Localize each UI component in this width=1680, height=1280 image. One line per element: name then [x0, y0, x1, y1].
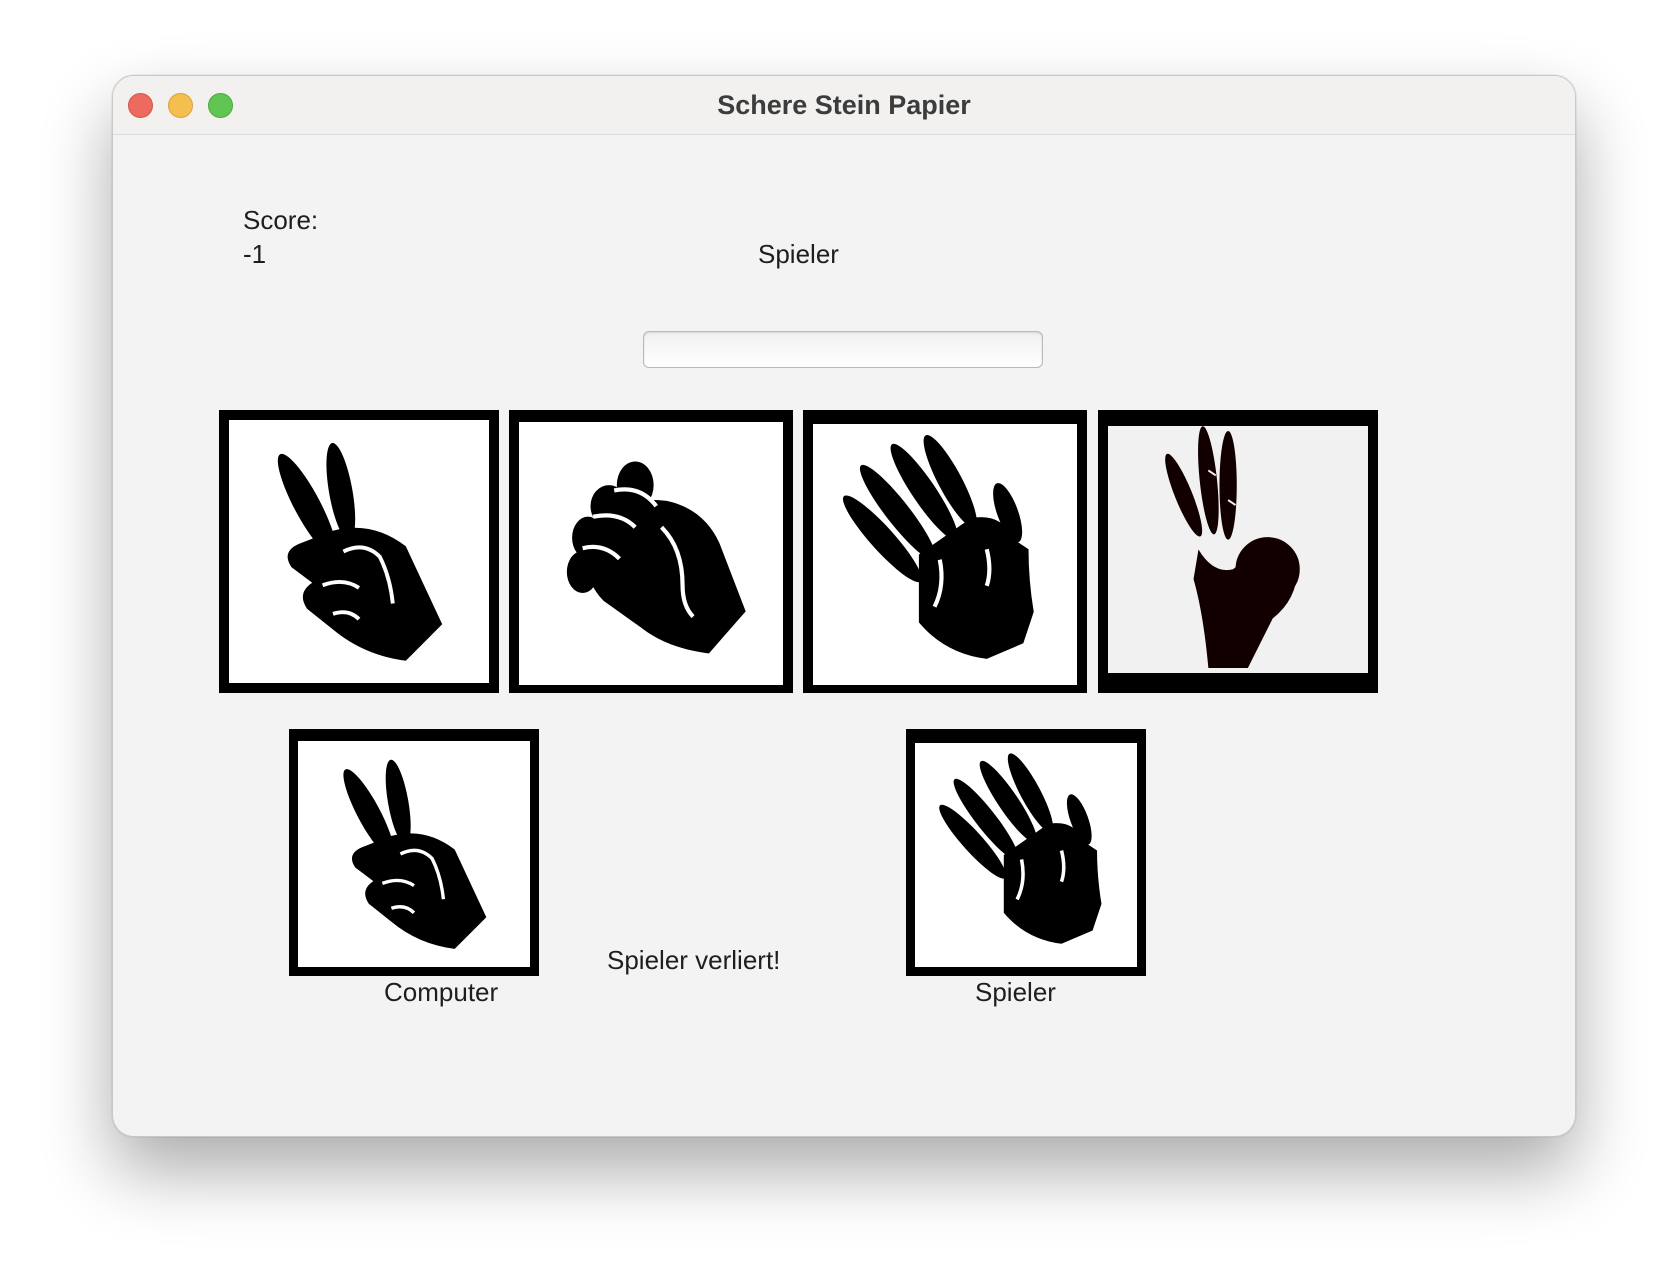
- window-title: Schere Stein Papier: [717, 90, 971, 120]
- paper-hand-icon: [842, 435, 1034, 659]
- score-label: Score:: [243, 205, 319, 235]
- ok-hand-icon: [1165, 426, 1300, 669]
- player-label: Spieler: [975, 977, 1056, 1007]
- outcome-text: Spieler verliert!: [607, 945, 781, 975]
- paper-hand-icon: [939, 753, 1102, 944]
- desktop-stage: Schere Stein Papier Score: -1 Spieler Co…: [0, 0, 1680, 1280]
- score-value: -1: [243, 239, 267, 269]
- rock-fist-icon: [566, 461, 746, 654]
- rock-choice-button[interactable]: [509, 410, 793, 693]
- scissors-choice-button[interactable]: [219, 410, 499, 693]
- paper-choice-button[interactable]: [803, 410, 1087, 693]
- ok-choice-button[interactable]: [1098, 410, 1378, 693]
- scissors-hand-icon: [277, 443, 443, 661]
- computer-label: Computer: [384, 977, 499, 1007]
- player-name-input[interactable]: [643, 331, 1043, 368]
- computer-choice-display: [289, 729, 539, 976]
- app-window: Schere Stein Papier Score: -1 Spieler Co…: [112, 75, 1576, 1137]
- scissors-hand-icon: [343, 759, 487, 949]
- player-choice-display: [906, 729, 1146, 976]
- player-name-label: Spieler: [758, 239, 839, 269]
- title-bar[interactable]: Schere Stein Papier: [113, 76, 1575, 135]
